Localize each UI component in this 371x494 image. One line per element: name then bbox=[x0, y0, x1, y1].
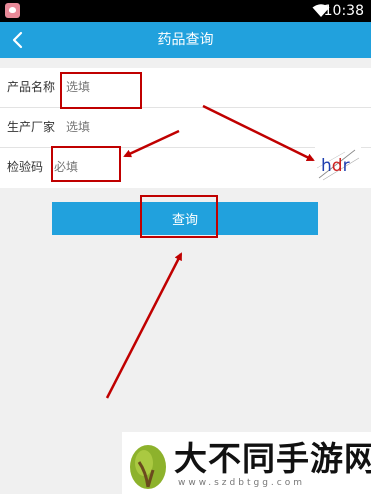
status-time: 10:38 bbox=[323, 3, 364, 19]
captcha-char-1: h bbox=[321, 156, 332, 176]
watermark: 大不同手游网 www.szdbtgg.com bbox=[122, 432, 371, 494]
manufacturer-input[interactable] bbox=[66, 108, 346, 147]
page-title: 药品查询 bbox=[157, 32, 214, 48]
title-bar: 药品查询 bbox=[0, 22, 371, 58]
product-name-input[interactable] bbox=[66, 68, 346, 107]
verification-code-label: 检验码 bbox=[7, 160, 44, 174]
arrow-to-query-button bbox=[105, 252, 183, 399]
watermark-logo bbox=[130, 445, 166, 489]
watermark-brand: 大不同手游网 bbox=[174, 439, 371, 478]
svg-text:hdr: hdr bbox=[321, 156, 350, 176]
captcha-image[interactable]: hdr bbox=[315, 146, 361, 186]
status-bar: 10:38 bbox=[0, 0, 371, 22]
form-row-product-name: 产品名称 bbox=[0, 68, 371, 108]
captcha-char-2: d bbox=[332, 156, 343, 176]
form-row-manufacturer: 生产厂家 bbox=[0, 108, 371, 148]
manufacturer-label: 生产厂家 bbox=[7, 120, 56, 134]
product-name-label: 产品名称 bbox=[7, 80, 56, 94]
app-icon bbox=[5, 3, 20, 18]
captcha-char-3: r bbox=[343, 156, 350, 176]
query-button[interactable]: 查询 bbox=[52, 202, 318, 235]
verification-code-input[interactable] bbox=[54, 148, 294, 187]
watermark-url: www.szdbtgg.com bbox=[178, 478, 305, 488]
